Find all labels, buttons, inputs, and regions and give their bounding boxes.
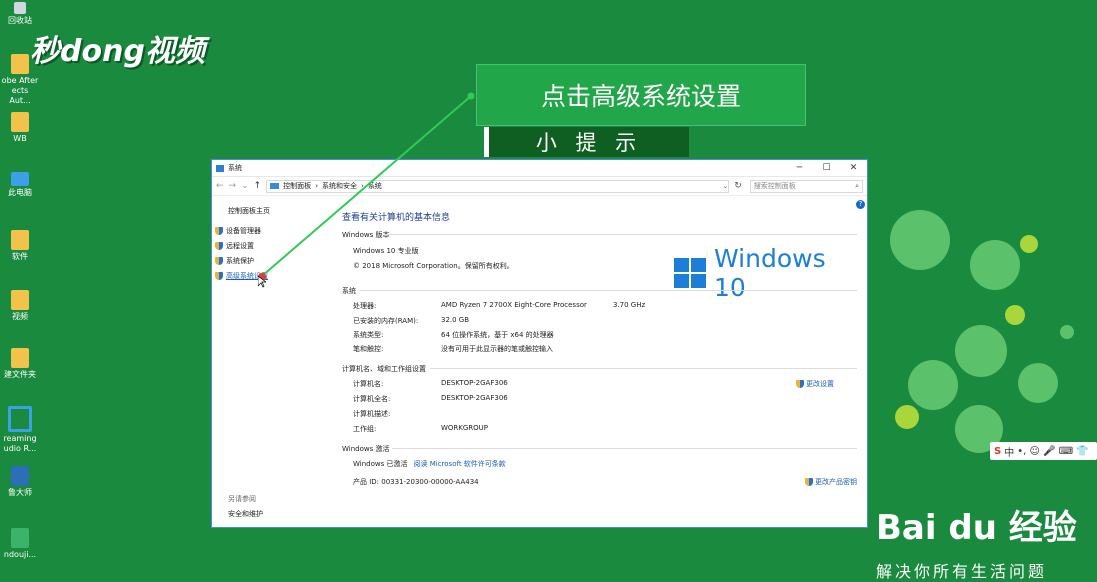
pointer-line	[261, 95, 472, 277]
tip-label: 小 提 示	[484, 127, 689, 157]
pointer-dot	[467, 92, 475, 100]
mouse-cursor-icon	[258, 276, 266, 288]
instruction-callout: 点击高级系统设置	[476, 64, 806, 126]
